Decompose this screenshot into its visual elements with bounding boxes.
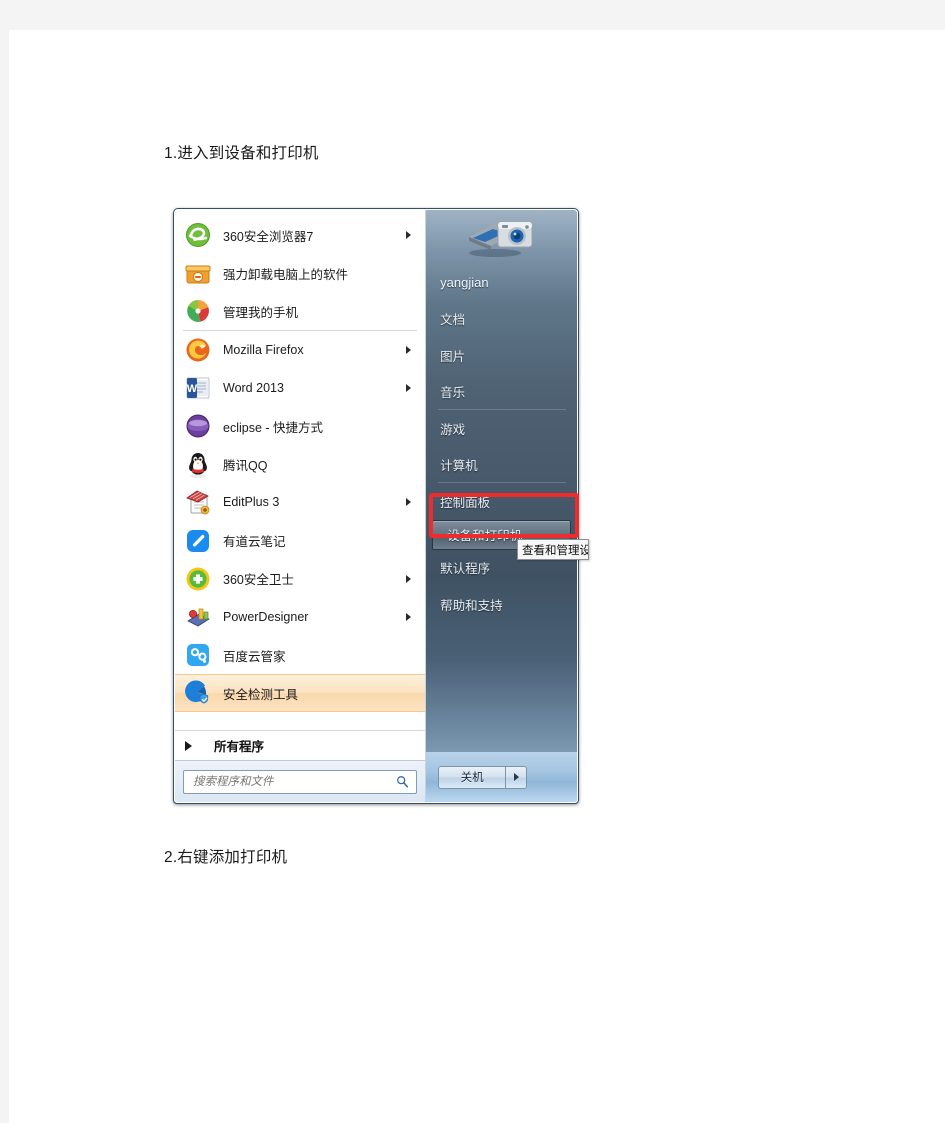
program-item[interactable]: PowerDesigner bbox=[175, 598, 425, 636]
word-icon: W bbox=[186, 377, 210, 399]
start-menu-right-pane: yangjian 文档 图片 音乐 游戏 计算机 控制面板 设备和打印机 默认程序 帮助和支持 关… bbox=[426, 210, 577, 802]
start-menu: 360安全浏览器7 强力卸载电脑上的软件 管理我的手机 Mozilla Firefox… bbox=[173, 208, 579, 804]
program-item[interactable]: 安全检测工具 bbox=[175, 674, 426, 713]
all-programs-label: 所有程序 bbox=[214, 740, 265, 754]
security-check-icon bbox=[185, 680, 209, 704]
word-icon: W bbox=[184, 374, 212, 402]
phone-manager-icon bbox=[187, 300, 209, 323]
uninstaller-icon bbox=[184, 259, 212, 287]
program-item[interactable]: W Word 2013 bbox=[175, 369, 425, 407]
firefox-icon bbox=[184, 336, 212, 364]
qq-penguin-icon bbox=[184, 450, 212, 479]
shutdown-options-button[interactable] bbox=[505, 765, 528, 789]
right-pane-item[interactable]: 图片 bbox=[426, 337, 577, 374]
chevron-right-icon bbox=[185, 740, 192, 751]
step-1-caption: 1.进入到设备和打印机 bbox=[164, 145, 319, 162]
program-item[interactable]: 强力卸载电脑上的软件 bbox=[175, 254, 425, 292]
program-item[interactable]: 百度云管家 bbox=[175, 636, 425, 674]
program-list: 360安全浏览器7 强力卸载电脑上的软件 管理我的手机 Mozilla Firefox… bbox=[175, 210, 426, 730]
powerdesigner-icon bbox=[184, 603, 212, 631]
firefox-icon bbox=[186, 338, 210, 362]
qq-penguin-icon bbox=[189, 453, 207, 479]
submenu-arrow-icon[interactable] bbox=[406, 574, 412, 583]
start-menu-inner: 360安全浏览器7 强力卸载电脑上的软件 管理我的手机 Mozilla Firefox… bbox=[174, 209, 578, 803]
powerdesigner-icon bbox=[187, 608, 210, 627]
program-item-label: EditPlus 3 bbox=[223, 495, 280, 510]
uninstaller-icon bbox=[185, 265, 211, 284]
step-2-caption: 2.右键添加打印机 bbox=[164, 849, 288, 866]
right-pane-item[interactable]: 音乐 bbox=[426, 374, 577, 411]
program-item-label: 腾讯QQ bbox=[223, 458, 268, 473]
program-item-label: 有道云笔记 bbox=[223, 535, 286, 550]
program-item-label: 管理我的手机 bbox=[223, 305, 299, 320]
youdao-note-icon bbox=[187, 529, 209, 552]
program-item-label: Mozilla Firefox bbox=[223, 342, 304, 357]
program-item[interactable]: 腾讯QQ bbox=[175, 445, 425, 483]
search-box[interactable] bbox=[183, 769, 418, 794]
right-pane-item[interactable]: 游戏 bbox=[426, 410, 577, 447]
user-name[interactable]: yangjian bbox=[426, 264, 577, 301]
submenu-arrow-icon[interactable] bbox=[406, 383, 412, 392]
submenu-arrow-icon[interactable] bbox=[406, 612, 412, 621]
program-item-label: 强力卸载电脑上的软件 bbox=[223, 267, 349, 282]
camera-scanner-avatar[interactable] bbox=[465, 213, 539, 259]
right-pane-item[interactable]: 计算机 bbox=[426, 447, 577, 484]
program-item-label: 360安全卫士 bbox=[223, 573, 294, 588]
program-item-label: Word 2013 bbox=[223, 380, 284, 395]
right-pane-item[interactable]: 帮助和支持 bbox=[426, 586, 577, 623]
security-check-icon bbox=[184, 679, 212, 707]
submenu-arrow-icon[interactable] bbox=[406, 231, 412, 240]
program-item-label: 百度云管家 bbox=[223, 649, 286, 664]
program-item-label: 360安全浏览器7 bbox=[223, 229, 314, 244]
user-picture-area bbox=[426, 210, 577, 262]
search-area bbox=[175, 760, 426, 802]
ie-360-browser-icon bbox=[186, 223, 210, 248]
all-programs-button[interactable]: 所有程序 bbox=[175, 730, 426, 760]
document-page: 1.进入到设备和打印机 360安全浏览器7 强力卸载电脑上的软件 管理我的手机 Moz… bbox=[9, 30, 945, 1123]
right-pane-items: yangjian 文档 图片 音乐 游戏 计算机 控制面板 设备和打印机 默认程序 帮助和支持 bbox=[426, 262, 577, 752]
program-item[interactable]: EditPlus 3 bbox=[175, 483, 425, 521]
program-item[interactable]: Mozilla Firefox bbox=[175, 331, 425, 369]
editplus-icon bbox=[186, 490, 210, 515]
program-item-label: eclipse - 快捷方式 bbox=[223, 420, 324, 435]
program-item[interactable]: 有道云笔记 bbox=[175, 522, 425, 560]
chevron-right-icon bbox=[513, 773, 519, 781]
eclipse-icon bbox=[186, 414, 210, 438]
baidu-cloud-icon bbox=[184, 641, 212, 669]
program-item[interactable]: 360安全浏览器7 bbox=[175, 216, 425, 254]
program-item[interactable]: 管理我的手机 bbox=[175, 292, 425, 331]
youdao-note-icon bbox=[184, 527, 212, 555]
submenu-arrow-icon[interactable] bbox=[406, 498, 412, 507]
search-input[interactable] bbox=[191, 774, 417, 789]
submenu-arrow-icon[interactable] bbox=[406, 345, 412, 354]
ie-360-browser-icon bbox=[184, 221, 212, 249]
start-menu-left-pane: 360安全浏览器7 强力卸载电脑上的软件 管理我的手机 Mozilla Firefox… bbox=[175, 210, 427, 802]
phone-manager-icon bbox=[184, 297, 212, 325]
eclipse-icon bbox=[184, 412, 212, 440]
svg-text:W: W bbox=[187, 383, 198, 395]
program-item-label: PowerDesigner bbox=[223, 609, 309, 624]
program-item-label: 安全检测工具 bbox=[223, 687, 299, 702]
right-pane-item[interactable]: 控制面板 bbox=[426, 483, 577, 520]
360-guard-icon bbox=[186, 567, 210, 591]
shutdown-label[interactable]: 关机 bbox=[438, 765, 506, 789]
search-icon[interactable] bbox=[396, 775, 409, 788]
tooltip: 查看和管理设备、打印机和打印作业 bbox=[517, 539, 589, 560]
editplus-icon bbox=[184, 488, 212, 516]
shutdown-area: 关机 bbox=[426, 752, 577, 802]
right-pane-item[interactable]: 文档 bbox=[426, 301, 577, 338]
shutdown-button[interactable]: 关机 bbox=[438, 765, 528, 789]
program-item[interactable]: 360安全卫士 bbox=[175, 560, 425, 598]
360-guard-icon bbox=[184, 565, 212, 593]
baidu-cloud-icon bbox=[187, 644, 209, 667]
program-item[interactable]: eclipse - 快捷方式 bbox=[175, 407, 425, 445]
